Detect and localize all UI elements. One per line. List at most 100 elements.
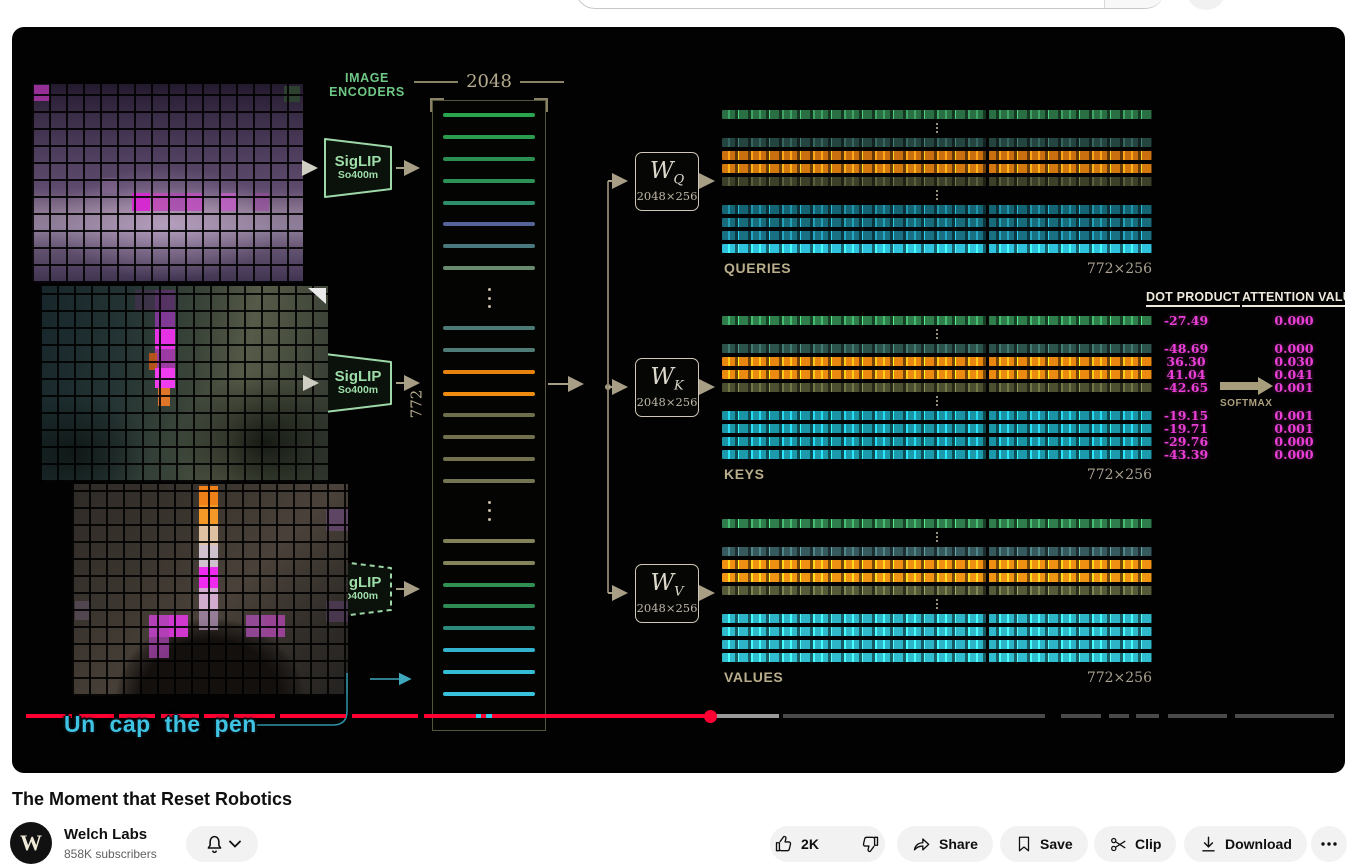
matrix-row	[722, 411, 1152, 420]
patch-grid-overlay	[72, 484, 348, 696]
scissors-icon	[1109, 835, 1128, 854]
matrix-row	[722, 164, 1152, 173]
embedding-vector-line	[443, 135, 535, 139]
patch-grid-overlay	[32, 84, 303, 283]
weight-box-value: WV 2048×256	[635, 564, 699, 623]
embedding-vector-line	[443, 413, 535, 417]
progress-segment	[492, 714, 710, 718]
embedding-vector-line	[443, 604, 535, 608]
thumbs-up-icon	[774, 834, 794, 854]
channel-avatar[interactable]: W	[10, 822, 52, 864]
embedding-vector-line	[443, 244, 535, 248]
siglip-encoder-box-1: SigLIP So400m	[323, 137, 393, 199]
siglip-encoder-box-2: SigLIP So400m	[323, 352, 393, 414]
progress-segment	[1061, 714, 1102, 718]
ellipsis-dots	[722, 599, 1152, 610]
embedding-vector-line	[443, 692, 535, 696]
save-button[interactable]: Save	[1000, 826, 1088, 862]
search-input[interactable]	[575, 0, 1165, 9]
embedding-vector-line	[443, 561, 535, 565]
progress-playhead[interactable]	[704, 710, 717, 723]
more-actions-button[interactable]	[1311, 826, 1347, 862]
ellipsis-dots	[722, 396, 1152, 407]
embedding-vector-line	[443, 457, 535, 461]
thumbs-down-icon	[860, 834, 880, 854]
share-button[interactable]: Share	[897, 826, 993, 862]
matrix-row	[722, 244, 1152, 253]
progress-segment	[1136, 714, 1158, 718]
embedding-vector-line	[443, 222, 535, 226]
token-count-label: 772	[407, 390, 425, 419]
progress-segment	[1235, 714, 1334, 718]
matrix-row	[722, 653, 1152, 662]
dot-product-value: -27.49	[1146, 313, 1226, 328]
matrix-row	[722, 138, 1152, 147]
softmax-step: SOFTMAX	[1220, 377, 1274, 409]
matrix-row	[722, 370, 1152, 379]
ellipsis-dots	[722, 123, 1152, 134]
camera-frame-bottom	[72, 484, 348, 696]
progress-segment	[1168, 714, 1227, 718]
dislike-button[interactable]	[847, 826, 896, 862]
ellipsis-dots	[443, 501, 535, 521]
queries-matrix: QUERIES 772×256	[722, 110, 1152, 253]
progress-segment	[280, 714, 347, 718]
values-matrix: VALUES 772×256	[722, 519, 1152, 662]
progress-segment	[1109, 714, 1129, 718]
attention-value-header: ATTENTION VALUE	[1242, 290, 1345, 307]
progress-segment	[481, 714, 486, 718]
youtube-watch-page: IMAGE ENCODERS SigLIP So400m SigLIP So40…	[0, 0, 1357, 865]
matrix-row	[722, 586, 1152, 595]
values-label: VALUES	[724, 669, 783, 685]
notifications-button[interactable]	[186, 826, 258, 862]
matrix-row	[722, 573, 1152, 582]
softmax-arrow-icon	[1220, 377, 1274, 395]
like-count: 2K	[801, 836, 819, 852]
embedding-vector-line	[443, 392, 535, 396]
embedding-vector-line	[443, 435, 535, 439]
video-title: The Moment that Reset Robotics	[12, 789, 292, 810]
embedding-vector-line	[443, 626, 535, 630]
matrix-row	[722, 357, 1152, 366]
channel-name[interactable]: Welch Labs	[64, 826, 147, 843]
subscriber-count: 858K subscribers	[64, 847, 157, 861]
matrix-row	[722, 344, 1152, 353]
ellipsis-dots	[722, 329, 1152, 340]
queries-label: QUERIES	[724, 260, 791, 276]
dot-product-value: -43.39	[1146, 447, 1226, 462]
embedding-vector-line	[443, 479, 535, 483]
video-player[interactable]: IMAGE ENCODERS SigLIP So400m SigLIP So40…	[12, 27, 1345, 773]
dot-product-values: -27.49-48.6936.3041.04-42.65-19.15-19.71…	[1146, 316, 1226, 459]
matrix-row	[722, 424, 1152, 433]
matrix-row	[722, 627, 1152, 636]
keys-label: KEYS	[724, 466, 765, 482]
progress-segment	[352, 714, 419, 718]
matrix-row	[722, 560, 1152, 569]
embedding-vector-line	[443, 370, 535, 374]
search-button[interactable]	[1104, 0, 1165, 8]
embedding-vector-line	[443, 648, 535, 652]
embedding-vector-line	[443, 348, 535, 352]
keys-matrix: KEYS 772×256	[722, 316, 1152, 459]
embedding-vector-line	[443, 157, 535, 161]
share-icon	[912, 834, 932, 854]
embedding-vector-line	[443, 179, 535, 183]
clip-button[interactable]: Clip	[1094, 826, 1176, 862]
matrix-row	[722, 547, 1152, 556]
download-button[interactable]: Download	[1184, 826, 1307, 862]
like-button[interactable]: 2K	[759, 826, 833, 862]
weight-box-query: WQ 2048×256	[635, 152, 699, 211]
embedding-dim-label: 2048	[414, 71, 564, 92]
embedding-vector-line	[443, 326, 535, 330]
progress-segment	[710, 714, 779, 718]
dot-product-header: DOT PRODUCT	[1146, 290, 1240, 307]
chevron-down-icon	[229, 840, 241, 848]
voice-search-button[interactable]	[1186, 0, 1226, 10]
embedding-vector-line	[443, 266, 535, 270]
like-dislike-group: 2K	[770, 826, 885, 862]
dot-product-value: -42.65	[1146, 380, 1226, 395]
ellipsis-dots	[722, 190, 1152, 201]
matrix-row	[722, 383, 1152, 392]
patch-grid-overlay	[40, 286, 328, 482]
matrix-row	[722, 110, 1152, 119]
